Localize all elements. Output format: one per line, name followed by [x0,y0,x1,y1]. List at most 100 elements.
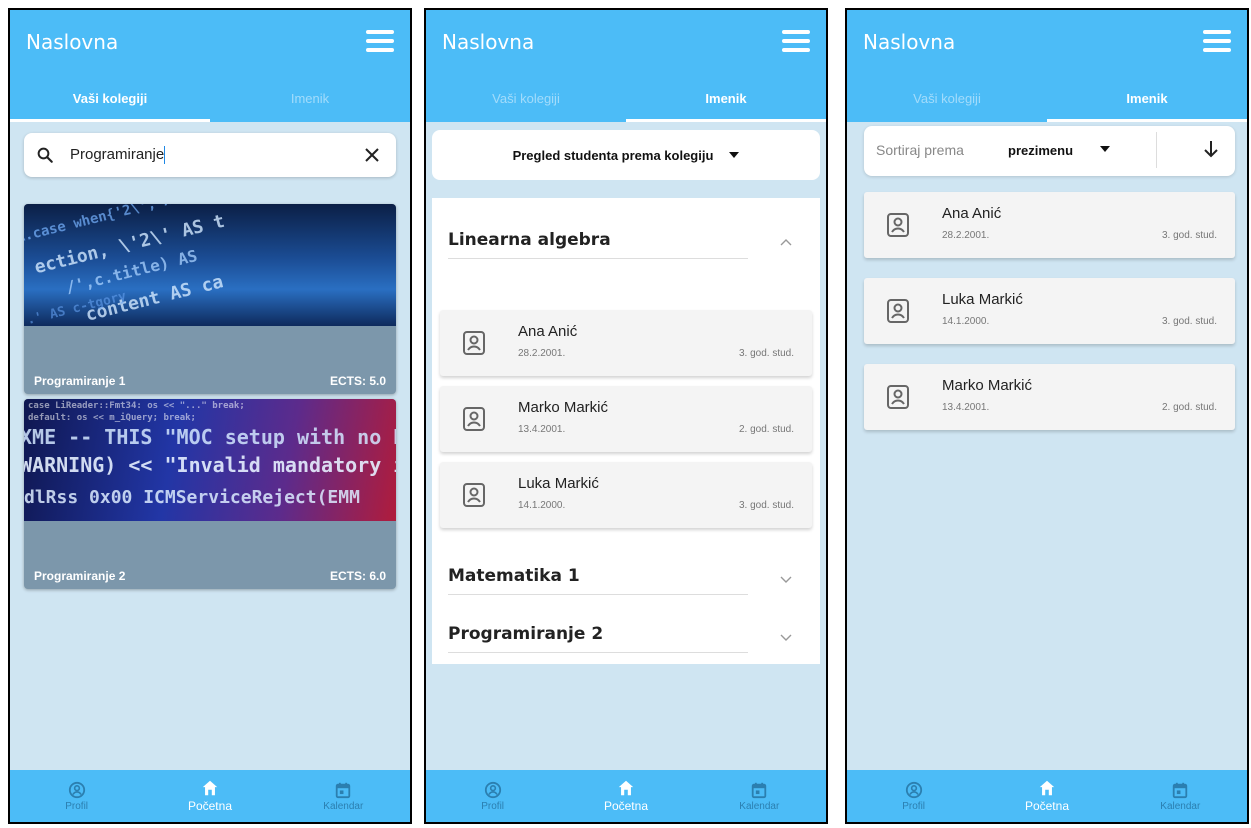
portrait-icon [463,407,485,431]
dropdown-arrow-icon[interactable] [1100,146,1110,152]
screen-imenik-po-kolegiju: Naslovna Vaši kolegiji Imenik Pregled st… [424,8,828,824]
student-name: Ana Anić [942,205,1002,222]
portrait-icon [887,299,909,323]
tab-imenik[interactable]: Imenik [210,80,410,122]
course-filter-dropdown[interactable]: Pregled studenta prema kolegiju [432,130,820,180]
student-card[interactable]: Ana Anić 28.2.2001. 3. god. stud. [440,310,812,376]
course-image: case LiReader::Fmt34: os << "..." break;… [24,399,396,521]
course-ects: ECTS: 6.0 [329,569,386,583]
student-birthdate: 28.2.2001. [942,230,990,241]
app-bar: Naslovna Vaši kolegiji Imenik [847,10,1247,122]
student-year: 3. god. stud. [1161,230,1217,241]
chevron-down-icon [780,576,792,583]
tab-bar: Vaši kolegiji Imenik [426,80,826,122]
nav-pocetna[interactable]: Početna [571,779,681,813]
screen-vasi-kolegiji: Naslovna Vaši kolegiji Imenik Programira… [8,8,412,824]
nav-pocetna[interactable]: Početna [992,779,1102,813]
nav-label: Profil [65,800,89,812]
nav-profil[interactable]: Profil [859,781,969,812]
course-ects: ECTS: 5.0 [329,374,386,388]
app-bar: Naslovna Vaši kolegiji Imenik [10,10,410,122]
nav-label: Početna [1024,799,1069,813]
student-birthdate: 14.1.2000. [518,500,566,511]
nav-label: Kalendar [1160,800,1201,812]
divider [448,652,748,653]
divider [1156,132,1157,168]
close-icon[interactable] [364,147,380,163]
portrait-icon [463,483,485,507]
account-circle-icon [905,781,922,798]
nav-label: Početna [187,799,232,813]
section-title: Linearna algebra [448,230,611,250]
bottom-navigation: Profil Početna Kalendar [10,770,410,822]
course-card[interactable]: case LiReader::Fmt34: os << "..." break;… [24,399,396,589]
portrait-icon [887,213,909,237]
calendar-icon [752,782,767,798]
app-bar: Naslovna Vaši kolegiji Imenik [426,10,826,122]
nav-label: Profil [481,800,505,812]
nav-kalendar[interactable]: Kalendar [1125,781,1235,812]
tab-bar: Vaši kolegiji Imenik [847,80,1247,122]
calendar-icon [336,782,351,798]
student-birthdate: 28.2.2001. [518,348,566,359]
course-name: Programiranje 1 [34,374,126,388]
arrow-down-icon[interactable] [1203,140,1219,158]
nav-kalendar[interactable]: Kalendar [704,781,814,812]
nav-profil[interactable]: Profil [438,781,548,812]
dropdown-arrow-icon [729,152,740,158]
account-circle-icon [68,781,85,798]
student-card[interactable]: Luka Markić 14.1.2000. 3. god. stud. [864,278,1235,344]
menu-icon[interactable] [366,30,394,52]
student-name: Luka Markić [518,475,599,492]
tab-vasi-kolegiji[interactable]: Vaši kolegiji [426,80,626,122]
nav-label: Profil [902,800,926,812]
student-year: 2. god. stud. [1161,402,1217,413]
nav-kalendar[interactable]: Kalendar [288,781,398,812]
bottom-navigation: Profil Početna Kalendar [426,770,826,822]
student-year: 3. god. stud. [738,348,794,359]
tab-vasi-kolegiji[interactable]: Vaši kolegiji [847,80,1047,122]
student-card[interactable]: Marko Markić 13.4.2001. 2. god. stud. [440,386,812,452]
section-matematika-1[interactable]: Matematika 1 [448,558,820,608]
tab-bar: Vaši kolegiji Imenik [10,80,410,122]
student-card[interactable]: Marko Markić 13.4.2001. 2. god. stud. [864,364,1235,430]
sort-bar: Sortiraj prema prezimenu [864,126,1235,176]
chevron-up-icon [780,239,792,246]
chevron-down-icon [780,634,792,641]
course-name: Programiranje 2 [34,569,126,583]
divider [448,594,748,595]
page-title: Naslovna [26,30,119,54]
section-programiranje-2[interactable]: Programiranje 2 [448,616,820,666]
screen-imenik-sortirano: Naslovna Vaši kolegiji Imenik Sortiraj p… [845,8,1249,824]
tab-imenik[interactable]: Imenik [626,80,826,122]
nav-pocetna[interactable]: Početna [155,779,265,813]
portrait-icon [887,385,909,409]
search-input[interactable]: Programiranje [70,146,364,165]
student-birthdate: 14.1.2000. [942,316,990,327]
student-card[interactable]: Luka Markić 14.1.2000. 3. god. stud. [440,462,812,528]
portrait-icon [463,331,485,355]
tab-vasi-kolegiji[interactable]: Vaši kolegiji [10,80,210,122]
tab-imenik[interactable]: Imenik [1047,80,1247,122]
home-icon [202,780,218,796]
section-linearna-algebra[interactable]: Linearna algebra [448,222,820,272]
nav-profil[interactable]: Profil [22,781,132,812]
menu-icon[interactable] [782,30,810,52]
student-name: Luka Markić [942,291,1023,308]
student-name: Marko Markić [942,377,1033,394]
student-birthdate: 13.4.2001. [518,424,566,435]
student-year: 3. god. stud. [738,500,794,511]
sort-label: Sortiraj prema [876,142,964,158]
calendar-icon [1173,782,1188,798]
course-accordion: Linearna algebra Ana Anić 28.2.2001. 3. … [432,198,820,664]
page-title: Naslovna [442,30,535,54]
student-card[interactable]: Ana Anić 28.2.2001. 3. god. stud. [864,192,1235,258]
section-title: Matematika 1 [448,566,580,586]
account-circle-icon [484,781,501,798]
nav-label: Kalendar [323,800,364,812]
student-year: 3. god. stud. [1161,316,1217,327]
menu-icon[interactable] [1203,30,1231,52]
course-card[interactable]: A.case when{'2\', AS ection, \'2\' AS t … [24,204,396,394]
sort-field-dropdown[interactable]: prezimenu [1008,143,1073,158]
student-birthdate: 13.4.2001. [942,402,990,413]
